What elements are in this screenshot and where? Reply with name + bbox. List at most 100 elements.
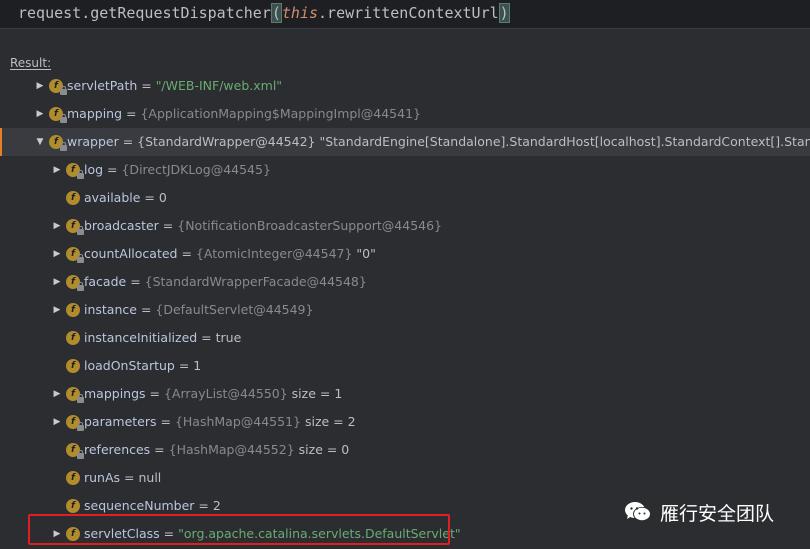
expr-object: request	[18, 4, 82, 22]
field-name: mappings	[84, 386, 146, 401]
row-text: loadOnStartup = 1	[84, 352, 201, 380]
equals-sign: =	[145, 386, 164, 401]
tree-row-mappings[interactable]: ▶ f mappings = {ArrayList@44550} size = 1	[0, 380, 810, 408]
field-name: loadOnStartup	[84, 358, 175, 373]
field-name: mapping	[67, 106, 123, 121]
field-name: facade	[84, 274, 127, 289]
row-text: facade = {StandardWrapperFacade@44548}	[84, 268, 367, 296]
field-name: instanceInitialized	[84, 330, 198, 345]
row-text: instance = {DefaultServlet@44549}	[84, 296, 313, 324]
field-icon: f	[66, 443, 84, 459]
field-value: null	[138, 470, 162, 485]
field-value: {ArrayList@44550}	[163, 386, 288, 401]
variables-tree[interactable]: ▶ f servletPath = "/WEB-INF/web.xml" ▶ f mapp…	[0, 72, 810, 548]
tree-row-available[interactable]: f available = 0	[0, 184, 810, 212]
row-text: parameters = {HashMap@44551} size = 2	[84, 408, 356, 436]
row-text: mappings = {ArrayList@44550} size = 1	[84, 380, 342, 408]
field-extra: size = 1	[287, 386, 343, 401]
tree-row-mapping[interactable]: ▶ f mapping = {ApplicationMapping$MappingI…	[0, 100, 810, 128]
equals-sign: =	[158, 218, 178, 233]
expand-arrow-icon[interactable]: ▶	[34, 100, 46, 128]
field-icon: f	[66, 191, 80, 205]
field-value: {DirectJDKLog@44545}	[121, 162, 271, 177]
field-value: true	[215, 330, 242, 345]
tree-row-countAllocated[interactable]: ▶ f countAllocated = {AtomicInteger@44547}…	[0, 240, 810, 268]
expr-close-paren: )	[498, 3, 510, 23]
equals-sign: =	[126, 274, 145, 289]
tree-row-instance[interactable]: ▶ f instance = {DefaultServlet@44549}	[0, 296, 810, 324]
row-text: mapping = {ApplicationMapping$MappingImp…	[67, 100, 421, 128]
field-name: wrapper	[67, 134, 119, 149]
row-text: runAs = null	[84, 464, 161, 492]
collapse-arrow-icon[interactable]: ▼	[34, 128, 46, 156]
field-value: {AtomicInteger@44547}	[195, 246, 353, 261]
equals-sign: =	[118, 134, 138, 149]
expand-arrow-icon[interactable]: ▶	[51, 268, 63, 296]
lock-icon	[77, 422, 84, 431]
tree-row-servletPath[interactable]: ▶ f servletPath = "/WEB-INF/web.xml"	[0, 72, 810, 100]
equals-sign: =	[150, 442, 169, 457]
field-icon: f	[49, 107, 67, 123]
tree-row-log[interactable]: ▶ f log = {DirectJDKLog@44545}	[0, 156, 810, 184]
expand-arrow-icon[interactable]: ▶	[51, 380, 63, 408]
tree-row-loadOnStartup[interactable]: f loadOnStartup = 1	[0, 352, 810, 380]
row-text: broadcaster = {NotificationBroadcasterSu…	[84, 212, 442, 240]
expand-arrow-icon[interactable]: ▶	[51, 156, 63, 184]
expand-arrow-icon[interactable]: ▶	[51, 296, 63, 324]
field-name: runAs	[84, 470, 121, 485]
lock-icon	[77, 170, 84, 179]
watermark-text: 雁行安全团队	[660, 502, 775, 525]
field-name: log	[84, 162, 104, 177]
field-extra: size = 0	[294, 442, 350, 457]
row-text: countAllocated = {AtomicInteger@44547} "…	[84, 240, 376, 268]
row-text: log = {DirectJDKLog@44545}	[84, 156, 271, 184]
result-label: Result:	[10, 56, 52, 70]
field-icon: f	[49, 79, 67, 95]
equals-sign: =	[120, 470, 139, 485]
field-extra: "0"	[352, 246, 376, 261]
expression-text[interactable]: request.getRequestDispatcher(this.rewrit…	[18, 3, 510, 23]
field-icon: f	[66, 247, 84, 263]
tree-row-references[interactable]: f references = {HashMap@44552} size = 0	[0, 436, 810, 464]
tree-row-broadcaster[interactable]: ▶ f broadcaster = {NotificationBroadcaster…	[0, 212, 810, 240]
field-icon: f	[66, 275, 84, 291]
field-value: {NotificationBroadcasterSupport@44546}	[177, 218, 443, 233]
lock-icon	[60, 142, 67, 151]
field-name: parameters	[84, 414, 157, 429]
tree-row-facade[interactable]: ▶ f facade = {StandardWrapperFacade@44548}	[0, 268, 810, 296]
equals-sign: =	[177, 246, 196, 261]
field-icon: f	[66, 471, 80, 485]
field-extra: size = 2	[300, 414, 356, 429]
expand-arrow-icon[interactable]: ▶	[34, 72, 46, 100]
field-icon: f	[66, 219, 84, 235]
field-value: {ApplicationMapping$MappingImpl@44541}	[140, 106, 421, 121]
lock-icon	[77, 254, 84, 263]
field-value: 2	[212, 498, 221, 513]
equals-sign: =	[137, 78, 156, 93]
expand-arrow-icon[interactable]: ▶	[51, 240, 63, 268]
field-name: servletPath	[67, 78, 138, 93]
expr-method: .getRequestDispatcher	[81, 4, 271, 22]
field-name: references	[84, 442, 151, 457]
row-text: available = 0	[84, 184, 167, 212]
row-text: servletPath = "/WEB-INF/web.xml"	[67, 72, 282, 100]
highlight-box	[28, 514, 450, 545]
tree-row-parameters[interactable]: ▶ f parameters = {HashMap@44551} size = 2	[0, 408, 810, 436]
field-icon: f	[49, 135, 67, 151]
equals-sign: =	[194, 498, 213, 513]
field-name: countAllocated	[84, 246, 178, 261]
tree-row-instanceInitialized[interactable]: f instanceInitialized = true	[0, 324, 810, 352]
expression-bar[interactable]: request.getRequestDispatcher(this.rewrit…	[0, 0, 810, 29]
expand-arrow-icon[interactable]: ▶	[51, 212, 63, 240]
equals-sign: =	[156, 414, 175, 429]
field-icon: f	[66, 331, 80, 345]
field-value: {DefaultServlet@44549}	[155, 302, 314, 317]
expr-this-keyword: this	[281, 4, 319, 22]
expr-field: .rewrittenContextUrl	[318, 4, 499, 22]
field-value: {StandardWrapper@44542} "StandardEngine[…	[137, 134, 810, 149]
tree-row-wrapper[interactable]: ▼ f wrapper = {StandardWrapper@44542} "Sta…	[0, 128, 810, 156]
expand-arrow-icon[interactable]: ▶	[51, 408, 63, 436]
field-value: {HashMap@44552}	[168, 442, 295, 457]
tree-row-runAs[interactable]: f runAs = null	[0, 464, 810, 492]
expr-open-paren: (	[270, 3, 282, 23]
